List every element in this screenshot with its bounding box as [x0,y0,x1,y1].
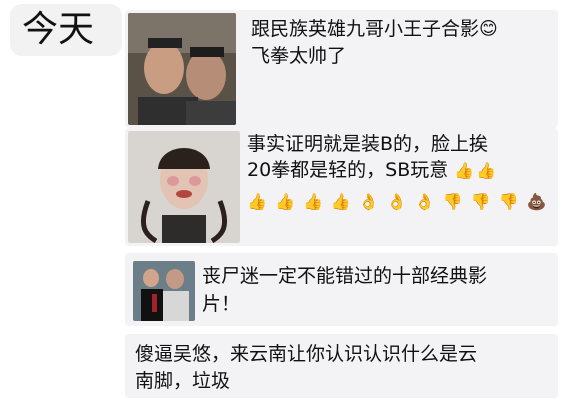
thumbs-up-emoji-icon: 👍 [454,161,475,180]
selfie-photo [128,13,236,125]
post-card-2[interactable]: 事实证明就是装B的，脸上挨 20拳都是轻的，SB玩意 👍 👍 👍 👍 👍 👍 👌 … [125,128,558,246]
post-card-1[interactable]: 跟民族英雄九哥小王子合影😊 飞拳太帅了 [125,10,558,128]
post-image-3[interactable] [133,261,195,321]
day-label: 今天 [10,4,122,56]
thumbs-up-emoji-icon: 👍 [330,192,351,211]
thumbs-down-emoji-icon: 👎 [470,192,491,211]
ok-hand-emoji-icon: 👌 [386,192,407,211]
post-image-1[interactable] [128,13,236,125]
thumbs-up-emoji-icon: 👍 [302,192,323,211]
post-2-line2: 20拳都是轻的，SB玩意 [247,159,449,181]
post-3-line2: 片！ [202,293,241,315]
thumbs-down-emoji-icon: 👎 [498,192,519,211]
thumbs-up-emoji-icon: 👍 [247,192,267,211]
emoji-row: 👍 👍 👍 👍 👌 👌 👌 👎 👎 👎 💩 [247,188,549,215]
portrait-photo [128,131,240,243]
post-4-line2: 南脚，垃圾 [135,370,231,392]
post-2-line1: 事实证明就是装B的，脸上挨 [247,133,489,155]
smile-emoji-icon: 😊 [479,18,498,40]
thumbs-up-emoji-icon: 👍 [476,161,497,180]
post-2-text-line-2: 20拳都是轻的，SB玩意 👍 👍 [247,157,549,184]
post-card-4[interactable]: 傻逼吴悠，来云南让你认识认识什么是云 南脚，垃圾 [125,334,558,398]
poop-emoji-icon: 💩 [526,192,547,211]
thumbs-down-emoji-icon: 👎 [442,192,463,211]
thumbs-up-emoji-icon: 👍 [274,192,295,211]
post-1-line1: 跟民族英雄九哥小王子合影 [251,18,480,40]
movie-photo [133,261,195,321]
post-1-text-line-1: 跟民族英雄九哥小王子合影😊 [251,16,498,43]
post-1-line2: 飞拳太帅了 [251,44,347,67]
ok-hand-emoji-icon: 👌 [414,192,435,211]
ok-hand-emoji-icon: 👌 [358,192,379,211]
post-4-line1: 傻逼吴悠，来云南让你认识认识什么是云 [135,343,478,365]
post-image-2[interactable] [128,131,240,243]
post-3-line1: 丧尸迷一定不能错过的十部经典影 [202,265,488,287]
post-card-3[interactable]: 丧尸迷一定不能错过的十部经典影 片！ [125,253,558,326]
